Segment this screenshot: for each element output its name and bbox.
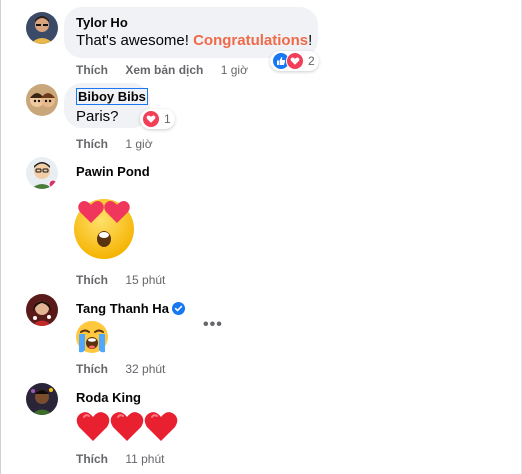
like-button[interactable]: Thích xyxy=(76,452,108,466)
avatar-biboy-bibs[interactable] xyxy=(26,84,58,116)
comment-text-part: ! xyxy=(308,32,313,49)
avatar-pawin-pond[interactable] xyxy=(26,157,58,189)
comment-text: Paris? xyxy=(76,108,119,125)
comment-author[interactable]: Pawin Pond xyxy=(76,164,150,180)
left-divider xyxy=(0,0,1,474)
comment-author-row: Tang Thanh Ha xyxy=(76,301,185,319)
love-icon xyxy=(286,52,304,70)
comment-actions: Thích 11 phút xyxy=(76,451,165,467)
comment-text-part: That's awesome! xyxy=(76,32,194,49)
comment-author[interactable]: Roda King xyxy=(76,390,141,406)
comment-bubble-biboy-bibs: Biboy Bibs Paris? xyxy=(64,83,150,128)
like-button[interactable]: Thích xyxy=(76,362,108,376)
reaction-summary[interactable]: 2 xyxy=(270,51,319,71)
avatar-tylor-ho[interactable] xyxy=(26,12,58,44)
comment-author[interactable]: Biboy Bibs xyxy=(76,88,148,105)
congratulations-highlight: Congratulations xyxy=(193,32,309,49)
like-button[interactable]: Thích xyxy=(76,63,108,77)
comment-author[interactable]: Tylor Ho xyxy=(76,15,306,31)
comment-actions: Thích Xem bản dịch 1 giờ xyxy=(76,62,248,78)
comment-actions: Thích 15 phút xyxy=(76,272,165,288)
heart-eyes-emoji xyxy=(71,194,137,265)
reaction-count: 2 xyxy=(308,54,315,68)
like-button[interactable]: Thích xyxy=(76,273,108,287)
love-icon xyxy=(142,110,160,128)
like-button[interactable]: Thích xyxy=(76,137,108,151)
avatar-roda-king[interactable] xyxy=(26,383,58,415)
comment-actions: Thích 1 giờ xyxy=(76,136,153,152)
comment-actions: Thích 32 phút xyxy=(76,361,165,377)
timestamp[interactable]: 1 giờ xyxy=(125,137,152,151)
comment-author-wrapper: Biboy Bibs xyxy=(76,88,148,105)
timestamp[interactable]: 11 phút xyxy=(125,452,164,466)
red-heart-icon xyxy=(76,412,110,441)
comment-author[interactable]: Tang Thanh Ha xyxy=(76,301,169,316)
red-heart-icon xyxy=(144,412,178,441)
translate-button[interactable]: Xem bản dịch xyxy=(125,63,203,77)
three-red-hearts xyxy=(76,409,180,448)
reaction-count: 1 xyxy=(164,112,171,126)
timestamp[interactable]: 15 phút xyxy=(125,273,165,287)
reaction-summary[interactable]: 1 xyxy=(140,109,175,129)
verified-badge-icon xyxy=(171,302,185,319)
loudly-crying-emoji xyxy=(75,320,109,359)
red-heart-icon xyxy=(110,412,144,441)
more-options-button[interactable]: ••• xyxy=(203,317,223,333)
comment-text: That's awesome! Congratulations! xyxy=(76,31,312,51)
timestamp[interactable]: 32 phút xyxy=(125,362,165,376)
timestamp[interactable]: 1 giờ xyxy=(221,63,248,77)
avatar-tang-thanh-ha[interactable] xyxy=(26,294,58,326)
